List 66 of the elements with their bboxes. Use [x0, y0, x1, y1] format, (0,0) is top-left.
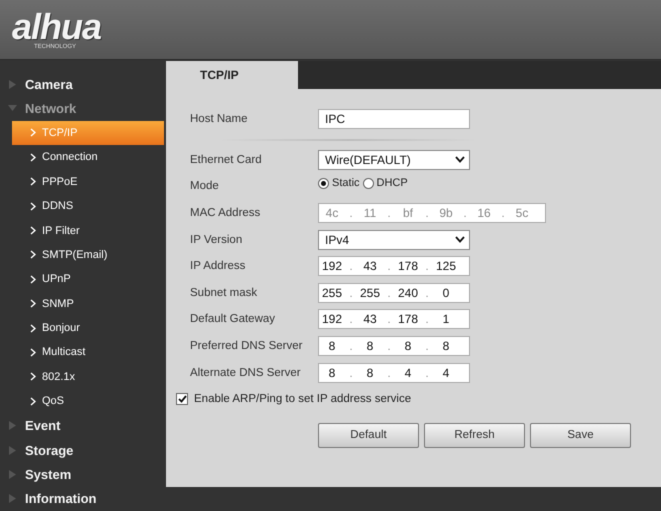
chevron-down-icon [455, 236, 465, 244]
field-label: Host Name [190, 113, 249, 126]
sidebar-subitem[interactable]: QoS [12, 389, 164, 414]
chevron-right-icon [30, 128, 36, 138]
checkbox[interactable] [176, 392, 188, 405]
field-label: Subnet mask [190, 286, 258, 299]
address-field[interactable]: 192 . 43 . 178 . 1 [318, 309, 470, 330]
caret-right-icon [8, 494, 17, 504]
chevron-right-icon [30, 226, 36, 236]
sidebar-subitem[interactable]: SNMP [12, 292, 164, 316]
sidebar-subitem[interactable]: 802.1x [12, 364, 164, 390]
chevron-right-icon [30, 250, 36, 260]
field-label: Alternate DNS Server [190, 366, 302, 379]
chevron-right-icon [30, 152, 36, 162]
logo-text: alhua [12, 9, 102, 45]
sidebar-subitem[interactable]: PPPoE [12, 170, 164, 194]
sidebar-item[interactable]: System [0, 462, 166, 487]
chevron-right-icon [30, 372, 36, 382]
sidebar-subitem[interactable]: Bonjour [12, 316, 164, 340]
sidebar-item[interactable]: Information [0, 486, 166, 511]
address-field[interactable]: 192 . 43 . 178 . 125 [318, 256, 470, 276]
dropdown[interactable]: IPv4 [318, 230, 470, 250]
caret-down-icon [8, 104, 17, 114]
caret-right-icon [8, 470, 17, 479]
caret-right-icon [8, 446, 17, 455]
field-label: Preferred DNS Server [190, 340, 304, 352]
chevron-right-icon [30, 177, 36, 186]
dropdown[interactable]: Wire(DEFAULT) [318, 150, 470, 170]
chevron-right-icon [30, 396, 36, 406]
field-label: IP Address [190, 260, 246, 272]
field-label: IP Version [190, 234, 244, 246]
address-field[interactable]: 255 . 255 . 240 . 0 [318, 282, 470, 303]
sidebar-item[interactable]: Camera [0, 72, 166, 96]
sidebar-item[interactable]: Storage [0, 438, 166, 462]
sidebar-item[interactable]: Network [0, 96, 166, 121]
action-button[interactable]: Default [318, 422, 419, 448]
address-field[interactable]: 8 . 8 . 8 . 8 [318, 336, 470, 356]
sidebar-subitem[interactable]: Connection [12, 145, 164, 170]
field-label: Mode [190, 180, 220, 192]
chevron-right-icon [30, 274, 36, 284]
sidebar-subitem[interactable]: Multicast [12, 340, 164, 365]
address-field[interactable]: 8 . 8 . 4 . 4 [318, 362, 470, 383]
radio-label: DHCP [376, 177, 408, 190]
sidebar-subitem[interactable]: UPnP [12, 267, 164, 292]
radio-label: Static [332, 177, 360, 190]
sidebar-subitem[interactable]: DDNS [12, 194, 164, 218]
chevron-right-icon [30, 299, 36, 308]
action-button[interactable]: Refresh [424, 422, 525, 448]
chevron-right-icon [30, 348, 36, 357]
sidebar-subitem[interactable]: SMTP(Email) [12, 242, 164, 268]
sidebar-subitem[interactable]: IP Filter [12, 218, 164, 243]
caret-right-icon [8, 80, 17, 89]
chevron-down-icon [455, 156, 465, 164]
radio-button[interactable] [362, 178, 374, 189]
field-label: Default Gateway [190, 313, 276, 326]
field-label: MAC Address [190, 207, 262, 220]
radio-button[interactable] [318, 178, 329, 189]
caret-right-icon [8, 421, 17, 430]
chevron-right-icon [30, 202, 36, 211]
sidebar-item[interactable]: Event [0, 413, 166, 438]
host-name-field[interactable]: IPC [318, 109, 470, 130]
field-label: Ethernet Card [190, 154, 263, 166]
checkbox-label: Enable ARP/Ping to set IP address service [194, 392, 412, 405]
action-button[interactable]: Save [530, 422, 631, 448]
chevron-right-icon [30, 324, 36, 333]
tab[interactable]: TCP/IP [166, 61, 298, 89]
